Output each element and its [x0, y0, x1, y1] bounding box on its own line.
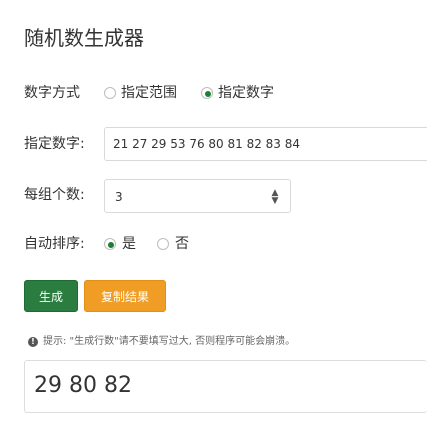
result-box[interactable]: 29 80 82: [24, 360, 427, 413]
page-title: 随机数生成器: [24, 26, 144, 50]
numbers-input[interactable]: [104, 127, 427, 161]
auto-sort-no-radio[interactable]: [157, 238, 169, 250]
generate-button[interactable]: 生成: [24, 280, 78, 312]
mode-label: 数字方式: [24, 85, 80, 101]
info-icon: !: [28, 337, 38, 347]
copy-result-button[interactable]: 复制结果: [84, 280, 166, 312]
result-text: 29 80 82: [34, 373, 132, 398]
mode-range-radio[interactable]: [104, 87, 116, 99]
per-group-select[interactable]: 3 ▲ ▼: [104, 179, 291, 213]
numbers-label: 指定数字:: [24, 136, 85, 152]
mode-option-range[interactable]: 指定范围: [104, 85, 188, 101]
hint-text: 提示: "生成行数"请不要填写过大, 否则程序可能会崩溃。: [43, 336, 296, 347]
auto-sort-label: 自动排序:: [24, 236, 85, 252]
mode-number-radio[interactable]: [201, 87, 213, 99]
auto-sort-yes-radio[interactable]: [104, 238, 116, 250]
per-group-label: 每组个数:: [24, 187, 85, 203]
mode-number-label: 指定数字: [218, 85, 274, 101]
per-group-value: 3: [115, 190, 123, 204]
mode-range-label: 指定范围: [121, 85, 177, 101]
auto-sort-yes-label: 是: [122, 236, 136, 252]
select-arrows-icon: ▲ ▼: [271, 188, 279, 206]
auto-sort-no-label: 否: [175, 236, 189, 252]
mode-option-number[interactable]: 指定数字: [201, 85, 289, 101]
auto-sort-yes[interactable]: 是: [104, 236, 146, 252]
auto-sort-no[interactable]: 否: [157, 236, 199, 252]
